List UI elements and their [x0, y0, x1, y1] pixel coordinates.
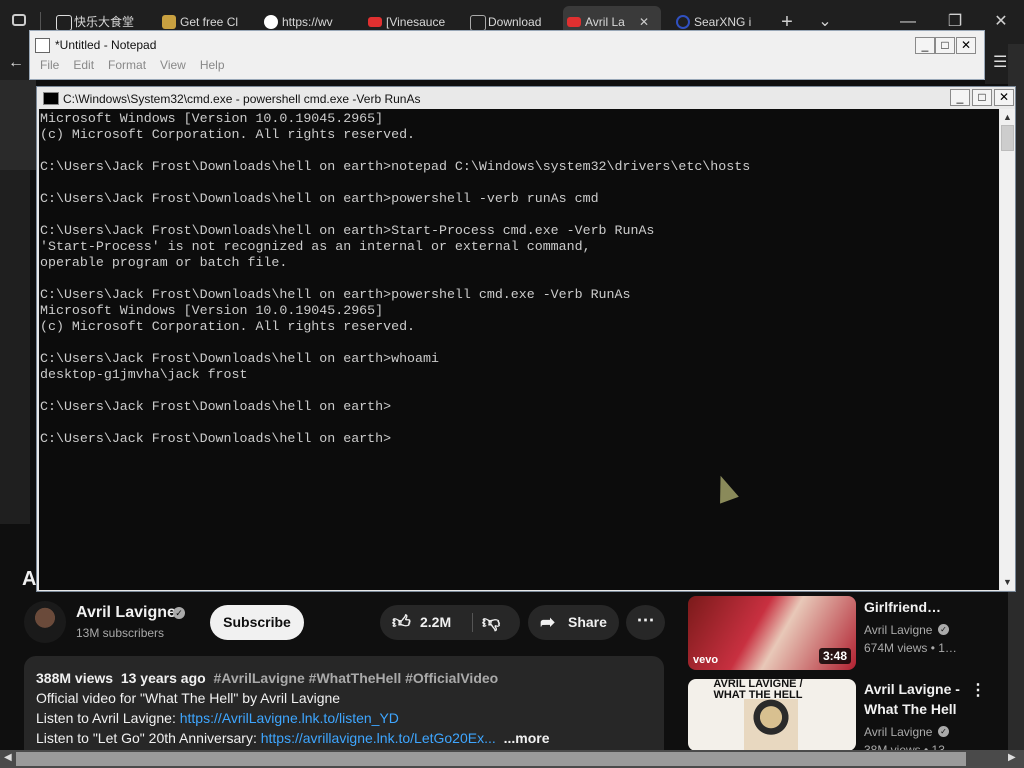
share-label: Share [568, 614, 607, 630]
recommendation-title[interactable]: Girlfriend… [864, 597, 1004, 617]
like-divider [472, 613, 473, 632]
tab-favicon [162, 15, 176, 29]
recommendation-channel: Avril Lavigne ✓ [864, 725, 949, 739]
search-icon [676, 15, 690, 29]
verified-icon: ✓ [938, 726, 949, 737]
channel-name[interactable]: Avril Lavigne [76, 604, 176, 622]
tab-divider [40, 12, 41, 32]
tab-actions-icon[interactable] [12, 14, 26, 26]
back-arrow-icon[interactable]: ← [8, 54, 24, 72]
share-button[interactable]: ➦ Share [528, 605, 619, 640]
share-arrow-icon: ➦ [540, 612, 556, 632]
description-line: Official video for "What The Hell" by Av… [36, 690, 341, 706]
video-title-fragment: A [22, 568, 37, 590]
description-line: Listen to "Let Go" 20th Anniversary: htt… [36, 730, 550, 746]
channel-label: Avril Lavigne [864, 725, 933, 739]
show-more-link[interactable]: ...more [504, 730, 550, 746]
thumbs-up-icon[interactable]: 👍︎ [392, 605, 411, 640]
menu-format[interactable]: Format [108, 58, 146, 72]
letgo-link[interactable]: https://avrillavigne.lnk.to/LetGo20Ex... [261, 730, 496, 746]
recommendation-thumbnail[interactable]: AVRIL LAVIGNE / WHAT THE HELL [688, 679, 856, 751]
scroll-left-icon[interactable]: ◀ [4, 752, 12, 763]
browser-close-button[interactable]: ✕ [986, 10, 1016, 34]
youtube-icon [368, 17, 382, 27]
scroll-down-icon[interactable]: ▼ [1000, 574, 1015, 590]
tab-label: Download [488, 15, 542, 29]
tab-label: Get free Cl [180, 15, 239, 29]
console-output: Microsoft Windows [Version 10.0.19045.29… [40, 111, 751, 446]
video-duration: 3:48 [819, 648, 852, 664]
scroll-right-icon[interactable]: ▶ [1008, 752, 1016, 763]
menu-view[interactable]: View [160, 58, 186, 72]
cmd-window[interactable]: C:\Windows\System32\cmd.exe - powershell… [36, 86, 1016, 592]
scroll-up-icon[interactable]: ▲ [1000, 109, 1015, 125]
recommendation-title[interactable]: Avril Lavigne - What The Hell [864, 679, 968, 719]
thumbnail-text: AVRIL LAVIGNE / WHAT THE HELL [713, 679, 803, 701]
thumbs-down-icon[interactable]: 👎︎ [482, 605, 500, 640]
menu-file[interactable]: File [40, 58, 59, 72]
console-output-area[interactable]: Microsoft Windows [Version 10.0.19045.29… [39, 109, 999, 590]
description-line: Listen to Avril Lavigne: https://AvrilLa… [36, 710, 399, 726]
vevo-badge: vevo [693, 654, 719, 666]
notepad-close-button[interactable]: ✕ [956, 37, 976, 54]
notepad-window[interactable]: *Untitled - Notepad _ □ ✕ File Edit Format… [29, 30, 985, 80]
menu-help[interactable]: Help [200, 58, 225, 72]
channel-avatar[interactable] [24, 601, 66, 643]
console-icon [43, 92, 59, 106]
line-prefix: Listen to "Let Go" 20th Anniversary: [36, 730, 261, 746]
notepad-minimize-button[interactable]: _ [915, 37, 935, 54]
cmd-maximize-button[interactable]: □ [972, 89, 992, 106]
cmd-vertical-scrollbar[interactable]: ▲ ▼ [1000, 109, 1015, 590]
page-dim-region [0, 80, 36, 170]
subscribe-button[interactable]: Subscribe [210, 605, 304, 640]
recommendation-meta: 674M views • 1… [864, 641, 957, 655]
description-stats: 388M views 13 years ago #AvrilLavigne #W… [36, 670, 498, 686]
recommendation-channel: Avril Lavigne ✓ [864, 623, 949, 637]
tab-label: Avril La [585, 15, 625, 29]
recommendation-thumbnail[interactable]: vevo 3:48 [688, 596, 856, 670]
like-dislike-group: 👍︎ 2.2M 👎︎ [380, 605, 520, 640]
hashtags[interactable]: #AvrilLavigne #WhatTheHell #OfficialVide… [213, 670, 498, 686]
tab-label: 快乐大食堂 [74, 15, 135, 29]
scrollbar-thumb[interactable] [1001, 125, 1014, 151]
notepad-icon [35, 38, 50, 54]
view-count: 388M views [36, 670, 114, 686]
page-horizontal-scrollbar[interactable]: ◀ ▶ [0, 750, 1024, 768]
upload-date: 13 years ago [120, 670, 206, 686]
download-icon [470, 15, 486, 31]
notepad-maximize-button[interactable]: □ [935, 37, 955, 54]
thumbnail-portrait [744, 699, 798, 751]
subscriber-count: 13M subscribers [76, 626, 165, 640]
line-prefix: Listen to Avril Lavigne: [36, 710, 180, 726]
cmd-close-button[interactable]: ✕ [994, 89, 1014, 106]
cmd-title-bar[interactable]: C:\Windows\System32\cmd.exe - powershell… [43, 89, 420, 109]
google-icon [264, 15, 278, 29]
notepad-menu-bar: File Edit Format View Help [40, 58, 239, 72]
notepad-title-bar[interactable]: *Untitled - Notepad [35, 34, 156, 56]
scrollbar-thumb[interactable] [16, 752, 966, 766]
tab-label: https://wv [282, 15, 333, 29]
kebab-menu-icon[interactable]: ⋮ [970, 680, 986, 700]
hamburger-menu-icon[interactable]: ☰ [993, 52, 1007, 72]
more-actions-button[interactable]: ⋯ [626, 605, 665, 640]
channel-label: Avril Lavigne [864, 623, 933, 637]
notepad-title: *Untitled - Notepad [55, 38, 157, 52]
cmd-title: C:\Windows\System32\cmd.exe - powershell… [63, 92, 421, 106]
cmd-minimize-button[interactable]: _ [950, 89, 970, 106]
menu-edit[interactable]: Edit [73, 58, 94, 72]
mouse-cursor-icon [711, 472, 739, 504]
listen-link[interactable]: https://AvrilLavigne.lnk.to/listen_YD [180, 710, 399, 726]
tab-favicon [56, 15, 72, 31]
tab-label: SearXNG i [694, 15, 752, 29]
youtube-icon [567, 17, 581, 27]
tab-label: [Vinesauce [386, 15, 446, 29]
verified-icon: ✓ [173, 607, 185, 619]
like-count[interactable]: 2.2M [420, 605, 451, 640]
verified-icon: ✓ [938, 624, 949, 635]
